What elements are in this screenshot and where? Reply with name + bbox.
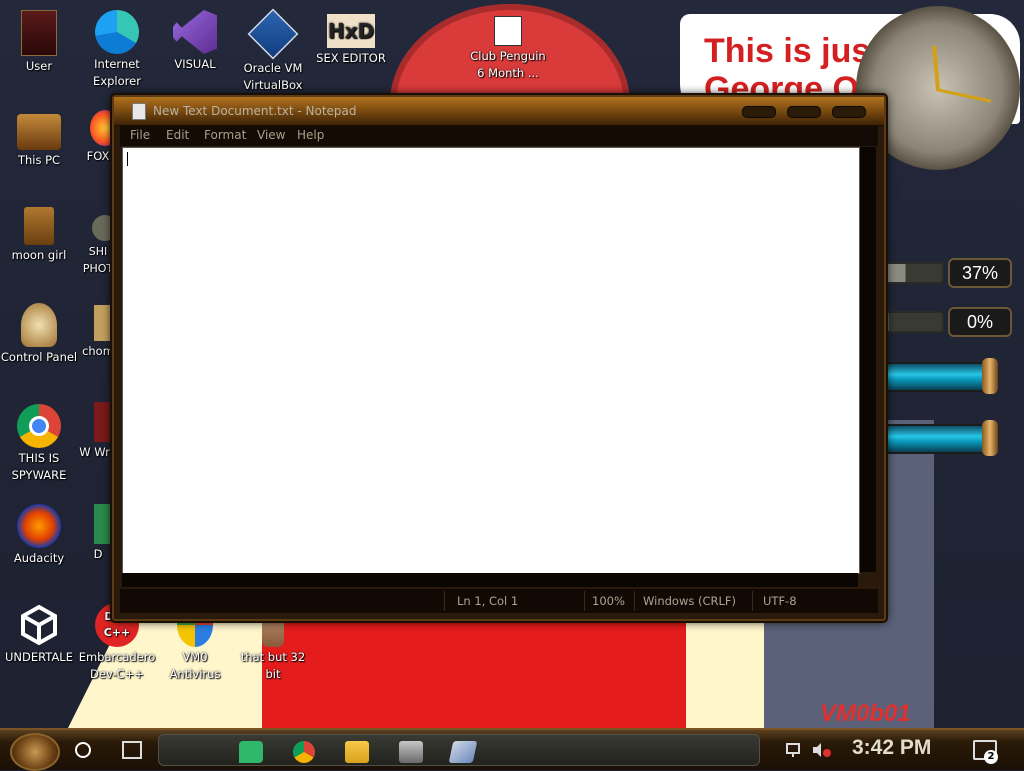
notepad-window[interactable]: New Text Document.txt - Notepad File Edi… bbox=[112, 95, 886, 621]
task-view-icon[interactable] bbox=[122, 741, 142, 759]
maximize-button[interactable] bbox=[787, 106, 821, 118]
pinned-apps-bar bbox=[158, 734, 760, 766]
ram-gauge-percent: 0% bbox=[948, 307, 1012, 337]
unity-glyph bbox=[21, 604, 57, 646]
desktop-icon-sex-editor[interactable]: HxD SEX EDITOR bbox=[312, 10, 390, 67]
virtualbox-icon[interactable] bbox=[448, 741, 478, 763]
status-separator bbox=[752, 591, 753, 611]
desktop-icon-internet-explorer[interactable]: Internet Explorer bbox=[78, 10, 156, 90]
status-separator bbox=[584, 591, 585, 611]
status-bar: Ln 1, Col 1 100% Windows (CRLF) UTF-8 bbox=[120, 589, 878, 613]
desktop-icon-moon-girl[interactable]: moon girl bbox=[0, 207, 78, 264]
clock-minute-hand bbox=[935, 88, 992, 103]
wallpaper-cream-right bbox=[686, 612, 766, 732]
desktop-icon-label: Oracle VM VirtualBox bbox=[243, 61, 303, 92]
notification-badge: 2 bbox=[984, 750, 998, 764]
control-panel-lightbulb-icon bbox=[21, 303, 57, 347]
search-icon[interactable] bbox=[75, 742, 91, 758]
desktop-icon-label: Internet Explorer bbox=[93, 57, 141, 88]
visual-studio-icon bbox=[173, 10, 217, 54]
window-title: New Text Document.txt - Notepad bbox=[153, 104, 357, 118]
status-encoding: UTF-8 bbox=[763, 594, 797, 608]
wallpaper-signature: VM0b01 bbox=[820, 700, 911, 727]
menu-help[interactable]: Help bbox=[297, 128, 324, 142]
menu-file[interactable]: File bbox=[130, 128, 150, 142]
text-caret bbox=[127, 152, 128, 166]
tube-cap bbox=[982, 358, 998, 394]
status-cursor-position: Ln 1, Col 1 bbox=[457, 594, 519, 608]
hex-editor-icon: HxD bbox=[327, 14, 375, 48]
desktop-icon-user[interactable]: User bbox=[0, 10, 78, 75]
status-separator bbox=[444, 591, 445, 611]
taskbar: 3:42 PM 2 bbox=[0, 728, 1024, 771]
chrome-icon bbox=[17, 404, 61, 448]
unity-icon bbox=[17, 603, 61, 647]
ram-gauge-bar bbox=[882, 311, 944, 333]
chrome-icon[interactable] bbox=[293, 741, 315, 763]
desktop-icon-control-panel[interactable]: Control Panel bbox=[0, 303, 78, 366]
chat-app-icon[interactable] bbox=[239, 741, 263, 763]
user-folder-icon bbox=[21, 10, 57, 56]
desktop-icon-undertale[interactable]: UNDERTALE bbox=[0, 603, 78, 666]
audacity-icon bbox=[17, 504, 61, 548]
desktop-icon-this-is-spyware[interactable]: THIS IS SPYWARE bbox=[0, 404, 78, 484]
desktop-icon-visual[interactable]: VISUAL bbox=[156, 10, 234, 73]
vertical-scrollbar[interactable] bbox=[860, 147, 876, 572]
text-editor-area[interactable] bbox=[122, 147, 860, 574]
meter-tube-1 bbox=[882, 358, 998, 394]
desktop-icon-this-pc[interactable]: This PC bbox=[0, 110, 78, 169]
desktop-icon-label: Club Penguin 6 Month ... bbox=[470, 49, 546, 80]
status-separator bbox=[634, 591, 635, 611]
menu-bar: File Edit Format View Help bbox=[120, 126, 878, 146]
system-tray bbox=[785, 741, 845, 762]
desktop-icon-label: User bbox=[25, 59, 53, 73]
window-file-icon bbox=[494, 16, 522, 46]
menu-view[interactable]: View bbox=[257, 128, 285, 142]
tube-cap bbox=[982, 420, 998, 456]
network-volume-icons[interactable] bbox=[785, 741, 845, 759]
desktop-icon-label: Embarcadero Dev-C++ bbox=[78, 650, 156, 681]
virtualbox-icon bbox=[247, 8, 299, 60]
desktop-icon-label: This PC bbox=[17, 153, 61, 167]
clock-hour-hand bbox=[932, 45, 940, 91]
start-button[interactable] bbox=[10, 733, 60, 771]
status-zoom: 100% bbox=[592, 594, 625, 608]
chrome-center bbox=[29, 416, 49, 436]
desktop-icon-oracle-vm-virtualbox[interactable]: Oracle VM VirtualBox bbox=[234, 8, 312, 94]
desktop-icon-label: Control Panel bbox=[0, 350, 78, 364]
desktop-icon-audacity[interactable]: Audacity bbox=[0, 504, 78, 567]
cpu-gauge-percent: 37% bbox=[948, 258, 1012, 288]
close-button[interactable] bbox=[832, 106, 866, 118]
wallpaper-bottom-red bbox=[262, 612, 692, 732]
desktop-icon-label: SEX EDITOR bbox=[316, 51, 386, 65]
horizontal-scrollbar[interactable] bbox=[122, 573, 858, 587]
edge-icon bbox=[95, 10, 139, 54]
desktop-icon-label: VM0 Antivirus bbox=[169, 650, 221, 681]
desktop-icon-label: UNDERTALE bbox=[5, 650, 73, 664]
notepad-icon bbox=[132, 103, 146, 120]
desktop-icon-club-penguin[interactable]: Club Penguin 6 Month ... bbox=[466, 12, 550, 82]
steampunk-computer-icon bbox=[17, 114, 61, 150]
meter-tube-2 bbox=[882, 420, 998, 456]
desktop-icon-label: Audacity bbox=[13, 551, 65, 565]
paper-line-1: This is jus bbox=[704, 32, 871, 70]
menu-edit[interactable]: Edit bbox=[166, 128, 189, 142]
control-panel-icon[interactable] bbox=[399, 741, 423, 763]
desktop-icon-label: VISUAL bbox=[174, 57, 216, 71]
menu-format[interactable]: Format bbox=[204, 128, 246, 142]
minimize-button[interactable] bbox=[742, 106, 776, 118]
cpu-gauge-bar bbox=[882, 262, 944, 284]
desktop-icon-label: moon girl bbox=[11, 248, 67, 262]
notepad-titlebar[interactable]: New Text Document.txt - Notepad bbox=[114, 97, 884, 126]
status-line-endings: Windows (CRLF) bbox=[643, 594, 737, 608]
moon-girl-folder-icon bbox=[24, 207, 54, 245]
desktop-icon-label: that but 32 bit bbox=[240, 650, 306, 681]
file-explorer-icon[interactable] bbox=[345, 741, 369, 763]
taskbar-clock[interactable]: 3:42 PM bbox=[852, 736, 931, 760]
desktop-icon-label: THIS IS SPYWARE bbox=[11, 451, 67, 482]
